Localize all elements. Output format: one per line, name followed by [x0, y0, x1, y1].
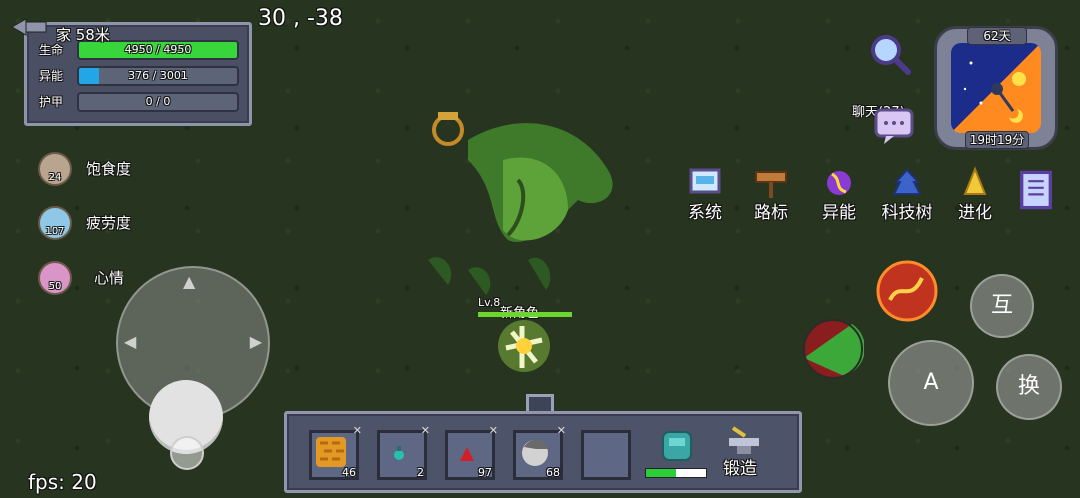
menu-signpost[interactable]: 路标 — [743, 166, 799, 223]
fatigue-icon: 107 — [38, 206, 72, 240]
attack-button[interactable]: A — [888, 340, 974, 426]
player-hp-bar — [478, 312, 572, 317]
scroll-icon — [1020, 170, 1052, 210]
menu-tech-tree-label: 科技树 — [881, 203, 933, 223]
joystick-center-dot — [170, 436, 204, 470]
joystick-up-arrow: ▲ — [183, 272, 196, 291]
swap-button[interactable]: 换 — [996, 354, 1062, 420]
boss-creature — [428, 112, 613, 295]
day-night-clock: 62天 19时19分 — [934, 26, 1058, 150]
backpack-capacity-bar — [645, 468, 707, 478]
slot-1-count: 46 — [342, 466, 356, 479]
food-icon: 24 — [38, 152, 72, 186]
energy-bar: 376 / 3001 — [77, 66, 239, 86]
nature-skill-icon[interactable] — [802, 318, 864, 380]
menu-system-label: 系统 — [688, 203, 722, 223]
menu-tech-tree[interactable]: 科技树 — [872, 166, 942, 223]
mood-value: 50 — [48, 281, 62, 292]
fatigue-value: 107 — [45, 226, 65, 237]
fatigue-label: 疲劳度 — [86, 214, 132, 232]
home-distance: 家 58米 — [56, 26, 110, 44]
slot-1-close-icon[interactable]: ✕ — [353, 424, 362, 437]
slot-2-count: 2 — [417, 466, 424, 479]
satiety-value: 24 — [48, 172, 62, 183]
slot-4-count: 68 — [546, 466, 560, 479]
evolution-icon — [963, 166, 987, 195]
clock-face — [951, 43, 1041, 133]
player-level: Lv.8 — [478, 296, 501, 309]
hotbar-slot-4[interactable]: ✕ 68 — [513, 424, 566, 480]
armor-label: 护甲 — [39, 95, 64, 109]
home-direction-icon — [10, 18, 47, 36]
hotbar-slot-1[interactable]: ✕ 46 — [309, 424, 362, 480]
energy-label: 异能 — [39, 69, 64, 83]
armor-value: 0 / 0 — [145, 95, 171, 108]
hotbar-slot-2[interactable]: ✕ 2 — [377, 424, 430, 480]
satiety-label: 饱食度 — [86, 160, 132, 178]
menu-evolution[interactable]: 进化 — [947, 166, 1003, 223]
hotbar: ✕ 46 ✕ 2 ✕ 97 ✕ 68 锻造 — [284, 411, 802, 493]
menu-evolution-label: 进化 — [958, 203, 992, 223]
slot-2-close-icon[interactable]: ✕ — [421, 424, 430, 437]
backpack-icon[interactable] — [657, 428, 697, 464]
energy-row: 异能 376 / 3001 — [35, 65, 241, 86]
armor-bar: 0 / 0 — [77, 92, 239, 112]
joystick-left-arrow: ◀ — [124, 332, 137, 351]
slot-3-count: 97 — [478, 466, 492, 479]
heart-icon: 50 — [38, 261, 72, 295]
time-of-day: 19时19分 — [965, 131, 1029, 149]
ability-icon — [827, 171, 851, 195]
menu-ability-label: 异能 — [822, 203, 856, 223]
chat-bubble-icon[interactable] — [872, 106, 916, 146]
menu-system[interactable]: 系统 — [677, 166, 733, 223]
forge-button-label[interactable]: 锻造 — [723, 454, 757, 479]
anvil-icon[interactable] — [723, 424, 767, 456]
hotbar-slot-3[interactable]: ✕ 97 — [445, 424, 498, 480]
day-counter: 62天 — [967, 27, 1027, 45]
player-character — [498, 320, 550, 372]
menu-ability[interactable]: 异能 — [811, 166, 867, 223]
slot-3-close-icon[interactable]: ✕ — [489, 424, 498, 437]
slot-4-close-icon[interactable]: ✕ — [557, 424, 566, 437]
hotbar-slot-5-empty[interactable] — [581, 430, 631, 480]
coordinates-readout: 30 , -38 — [258, 6, 343, 31]
sun-moon-icon — [963, 61, 1026, 123]
backpack-capacity-fill — [646, 469, 676, 477]
menu-signpost-label: 路标 — [754, 203, 788, 223]
energy-value: 376 / 3001 — [128, 69, 188, 82]
mood-label: 心情 — [94, 269, 125, 287]
fire-skill-icon[interactable] — [876, 260, 938, 322]
blue-potion-icon — [394, 446, 404, 460]
interact-button[interactable]: 互 — [970, 274, 1034, 338]
armor-row: 护甲 0 / 0 — [35, 91, 241, 112]
signpost-icon — [755, 171, 787, 198]
fps-counter: fps: 20 — [28, 470, 97, 494]
joystick-right-arrow: ▶ — [249, 332, 262, 351]
tech-tree-icon — [892, 168, 922, 195]
menu-scroll[interactable] — [1008, 168, 1064, 216]
monitor-icon — [689, 168, 721, 194]
magnifier-icon[interactable] — [868, 32, 914, 78]
